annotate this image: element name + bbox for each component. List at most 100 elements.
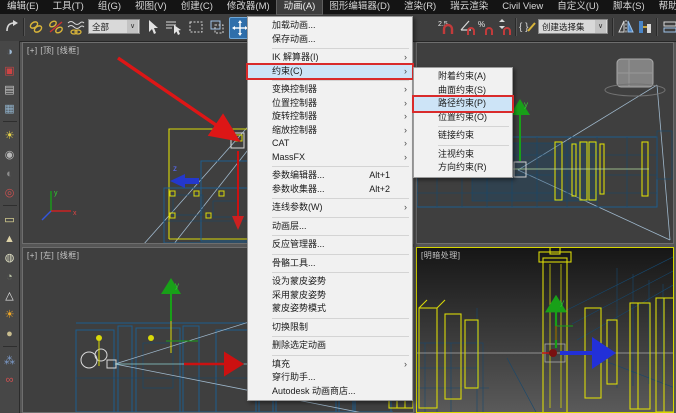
constraints-submenu-item-surface-constraint[interactable]: 曲面约束(S)	[414, 84, 512, 98]
constraints-submenu-item-link-constraint[interactable]: 链接约束	[414, 129, 512, 143]
constraints-submenu-item-orientation-constraint[interactable]: 方向约束(R)	[414, 161, 512, 175]
tan-sphere-icon[interactable]: ●	[1, 325, 19, 344]
animation-menu-item-massfx[interactable]: MassFX›	[248, 151, 412, 165]
render-setup-icon[interactable]: ▣	[1, 62, 19, 81]
animation-menu-item-assume-skin-pose[interactable]: 采用蒙皮姿势	[248, 289, 412, 303]
menubar-item-civil-view[interactable]: Civil View	[495, 0, 550, 14]
light-bulb-icon[interactable]: ☀	[1, 127, 19, 146]
camera-gray-icon[interactable]: ◉	[1, 146, 19, 165]
animation-menu-item-parameter-editor[interactable]: 参数编辑器...Alt+1	[248, 169, 412, 183]
animation-menu-item-cat[interactable]: CAT›	[248, 137, 412, 151]
shortcut-label: Alt+1	[369, 169, 390, 183]
menubar-item-rendering[interactable]: 渲染(R)	[397, 0, 443, 14]
constraints-submenu-item-position-constraint[interactable]: 位置约束(O)	[414, 111, 512, 125]
animation-menu-item-rotation-controllers[interactable]: 旋转控制器›	[248, 110, 412, 124]
toolbar-separator	[23, 18, 25, 36]
layer-manager-icon[interactable]	[660, 17, 676, 37]
animation-menu-item-populate[interactable]: 填充›	[248, 358, 412, 372]
animation-menu-item-walkthrough-assistant[interactable]: 穿行助手...	[248, 371, 412, 385]
white-cone-icon[interactable]: △	[1, 287, 19, 306]
track-table-icon[interactable]: ▦	[1, 100, 19, 119]
constraints-submenu-label: 路径约束(P)	[438, 98, 486, 108]
animation-menu-item-ik-solvers[interactable]: IK 解算器(I)›	[248, 51, 412, 65]
menubar-item-help[interactable]: 帮助(H)	[652, 0, 676, 14]
animation-menu-label: 骨骼工具...	[272, 258, 316, 268]
soft-cone-icon[interactable]: ▲	[1, 230, 19, 249]
viewport-shaded[interactable]: [明暗处理]	[416, 247, 674, 413]
sun-icon[interactable]: ☀	[1, 306, 19, 325]
menubar-item-graph-editors[interactable]: 图形编辑器(D)	[322, 0, 397, 14]
viewport-shaded-label[interactable]: [明暗处理]	[421, 250, 460, 261]
menubar-item-customize[interactable]: 自定义(U)	[550, 0, 606, 14]
menubar-item-modifiers[interactable]: 修改器(M)	[220, 0, 277, 14]
animation-menu-item-animation-layers[interactable]: 动画层...	[248, 220, 412, 234]
menubar-item-group[interactable]: 组(G)	[91, 0, 128, 14]
animation-menu-item-wire-parameters[interactable]: 连线参数(W)›	[248, 201, 412, 215]
menubar-item-tools[interactable]: 工具(T)	[46, 0, 91, 14]
animation-menu-item-save-animation[interactable]: 保存动画...	[248, 33, 412, 47]
animation-menu-item-scale-controllers[interactable]: 缩放控制器›	[248, 124, 412, 138]
axis-label-z: z	[173, 164, 177, 173]
unlink-selection-icon[interactable]	[46, 17, 66, 37]
menubar-item-views[interactable]: 视图(V)	[128, 0, 174, 14]
snap-toggle-icon[interactable]: 2.5	[438, 17, 458, 37]
constraints-submenu-item-path-constraint[interactable]: 路径约束(P)	[414, 97, 512, 111]
wire-teapot-icon[interactable]: ◔	[1, 268, 19, 287]
rectangular-selection-region-icon[interactable]	[186, 17, 206, 37]
percent-snap-icon[interactable]: %	[476, 17, 496, 37]
menubar-item-edit[interactable]: 编辑(E)	[0, 0, 46, 14]
viewport-left-label[interactable]: [+] [左] [线框]	[27, 250, 79, 261]
edit-named-selection-sets-icon[interactable]: { }	[518, 17, 538, 37]
redo-icon[interactable]	[2, 17, 22, 37]
animation-menu-item-skin-pose-mode[interactable]: 蒙皮姿势模式	[248, 302, 412, 316]
select-object-icon[interactable]	[143, 17, 163, 37]
animation-menu-item-reaction-manager[interactable]: 反应管理器...	[248, 238, 412, 252]
animation-menu-label: 保存动画...	[272, 34, 316, 44]
glow-sphere-icon[interactable]: ◍	[1, 249, 19, 268]
animation-menu-label: 约束(C)	[272, 66, 303, 76]
mirror-icon[interactable]	[616, 17, 636, 37]
animation-menu-item-delete-selected-animation[interactable]: 删除选定动画	[248, 339, 412, 353]
animation-menu-item-bone-tools[interactable]: 骨骼工具...	[248, 257, 412, 271]
animation-menu-label: 参数收集器...	[272, 184, 325, 194]
named-selection-sets-dropdown[interactable]: 创建选择集 ∨	[538, 19, 608, 34]
animation-menu-item-toggle-limits[interactable]: 切换限制	[248, 321, 412, 335]
animation-menu-item-set-skin-pose[interactable]: 设为蒙皮姿势	[248, 275, 412, 289]
animation-menu-separator	[272, 235, 409, 236]
animation-menu-item-transform-controllers[interactable]: 变换控制器›	[248, 83, 412, 97]
selection-filter-dropdown[interactable]: 全部 ∨	[88, 19, 140, 34]
material-dialog-icon[interactable]: ▤	[1, 81, 19, 100]
animation-menu-item-load-animation[interactable]: 加载动画...	[248, 19, 412, 33]
animation-menu-separator	[272, 198, 409, 199]
plane-icon[interactable]: ▭	[1, 211, 19, 230]
animation-menu-item-constraints[interactable]: 约束(C)›	[248, 65, 412, 79]
menubar-item-scripting[interactable]: 脚本(S)	[606, 0, 652, 14]
animation-menu-item-animation-store[interactable]: Autodesk 动画商店...	[248, 385, 412, 399]
toolbar-separator	[612, 18, 614, 36]
constraints-submenu-item-attachment-constraint[interactable]: 附着约束(A)	[414, 70, 512, 84]
select-by-name-icon[interactable]	[163, 17, 183, 37]
constraints-submenu-item-lookat-constraint[interactable]: 注视约束	[414, 148, 512, 162]
animation-menu-item-parameter-collector[interactable]: 参数收集器...Alt+2	[248, 183, 412, 197]
animation-menu-label: 缩放控制器	[272, 125, 317, 135]
spinner-snap-icon[interactable]	[494, 17, 514, 37]
rain-spray-icon[interactable]: ⁂	[1, 352, 19, 371]
toolbar-separator	[515, 18, 517, 36]
animation-menu-item-position-controllers[interactable]: 位置控制器›	[248, 97, 412, 111]
window-crossing-icon[interactable]	[207, 17, 227, 37]
menubar-item-animation[interactable]: 动画(A)	[277, 0, 323, 14]
animation-menu-label: CAT	[272, 138, 289, 148]
viewport-top-label[interactable]: [+] [顶] [线框]	[27, 45, 79, 56]
bind-to-space-warp-icon[interactable]	[66, 17, 86, 37]
molecule-icon[interactable]: ∞	[1, 371, 19, 390]
angle-snap-icon[interactable]	[458, 17, 478, 37]
teapot-render-icon[interactable]: ◑	[1, 43, 19, 62]
menubar-item-create[interactable]: 创建(C)	[174, 0, 220, 14]
animation-menu-label: 反应管理器...	[272, 239, 325, 249]
select-and-link-icon[interactable]	[26, 17, 46, 37]
chevron-down-icon: ∨	[595, 20, 606, 33]
align-icon[interactable]	[636, 17, 656, 37]
menubar-item-cloud-render[interactable]: 瑞云渲染	[443, 0, 495, 14]
shadow-sphere-icon[interactable]: ◐	[1, 165, 19, 184]
video-camera-icon[interactable]: ◎	[1, 184, 19, 203]
